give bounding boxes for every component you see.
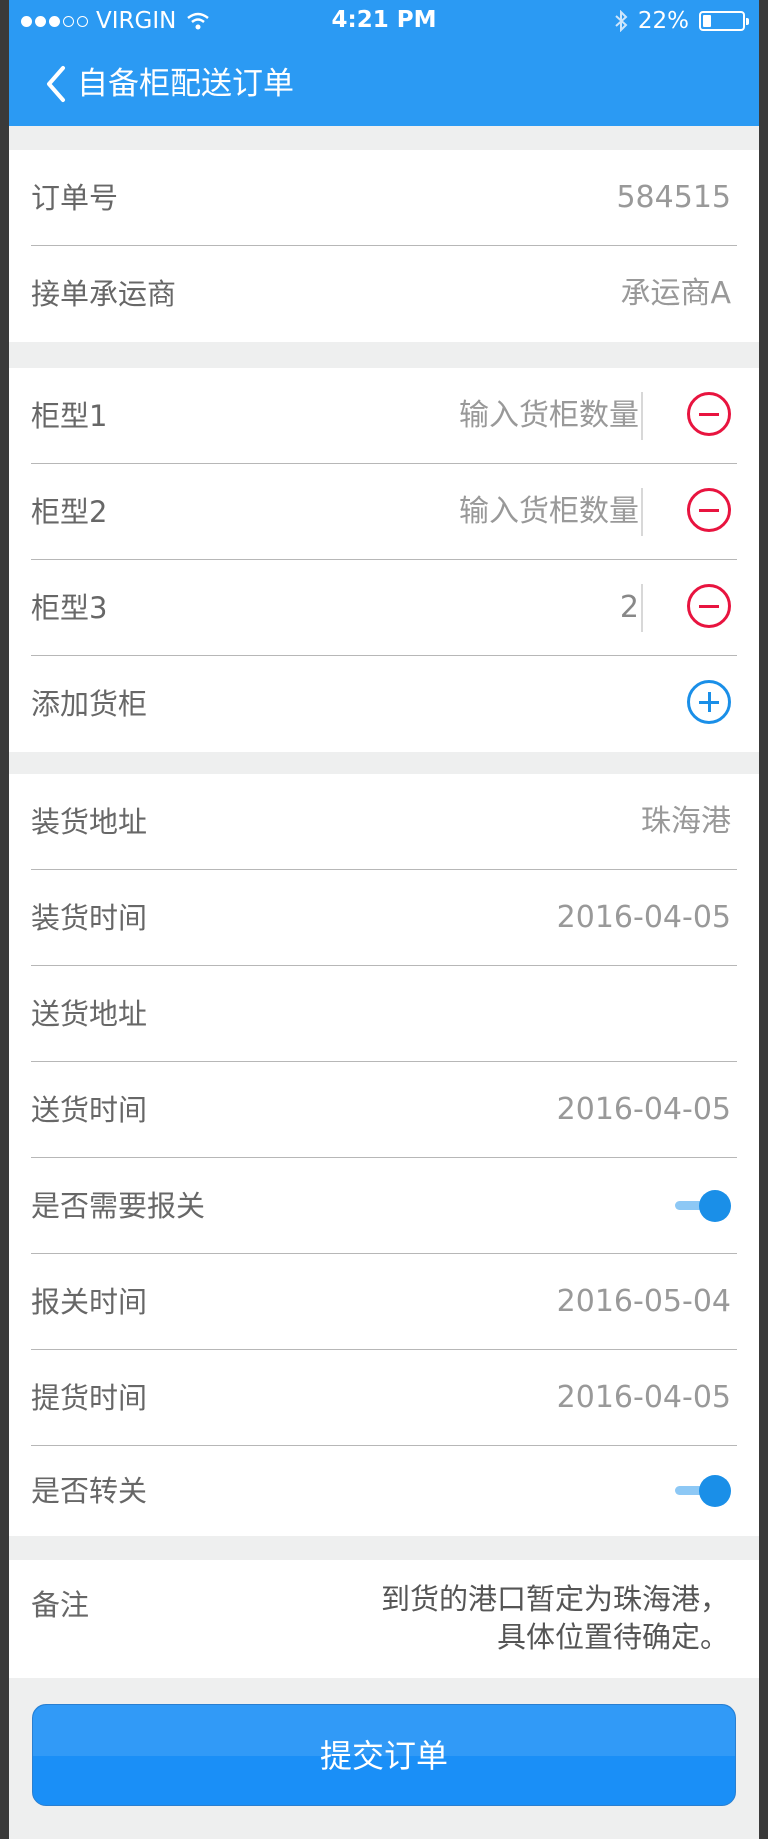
battery-percent: 22% (637, 8, 689, 34)
nav-bar: 自备柜配送订单 (9, 44, 759, 126)
battery-icon (699, 11, 749, 31)
container-qty-input[interactable]: 输入货柜数量 (459, 464, 639, 560)
remark-input[interactable]: 到货的港口暂定为珠海港，具体位置待确定。 (369, 1580, 729, 1656)
container-qty-input[interactable]: 2 (620, 560, 639, 656)
remove-container-button[interactable] (687, 488, 731, 532)
load-time-row[interactable]: 装货时间 2016-04-05 (9, 870, 759, 966)
carrier-value: 承运商A (620, 276, 731, 311)
pickup-time-value: 2016-04-05 (556, 1380, 731, 1415)
customs-label: 是否需要报关 (31, 1189, 206, 1223)
phone-screen: VIRGIN 4:21 PM 22% 自备柜配送订单 订单号 584515 接单… (9, 0, 759, 1839)
add-container-row[interactable]: 添加货柜 (9, 656, 759, 752)
delivery-time-label: 送货时间 (31, 1093, 148, 1127)
delivery-time-value: 2016-04-05 (556, 1092, 731, 1127)
customs-time-label: 报关时间 (31, 1285, 148, 1319)
battery-level (703, 15, 711, 27)
add-container-button[interactable] (687, 680, 731, 724)
remark-section: 备注 到货的港口暂定为珠海港，具体位置待确定。 (9, 1560, 759, 1678)
separator (641, 584, 643, 632)
carrier-row[interactable]: 接单承运商 承运商A (9, 246, 759, 342)
back-icon[interactable] (37, 62, 77, 106)
container-qty-input[interactable]: 输入货柜数量 (459, 368, 639, 464)
carrier-label: 接单承运商 (31, 277, 177, 311)
order-info-section: 订单号 584515 接单承运商 承运商A (9, 150, 759, 342)
delivery-address-row[interactable]: 送货地址 (9, 966, 759, 1062)
order-number-row: 订单号 584515 (9, 150, 759, 246)
details-section: 装货地址 珠海港 装货时间 2016-04-05 送货地址 送货时间 2016-… (9, 774, 759, 1536)
container-type-label: 柜型1 (31, 399, 108, 433)
remove-container-button[interactable] (687, 584, 731, 628)
load-time-value: 2016-04-05 (556, 900, 731, 935)
status-bar: VIRGIN 4:21 PM 22% (9, 0, 759, 40)
container-type-label: 柜型2 (31, 495, 108, 529)
container-row: 柜型1 输入货柜数量 (9, 368, 759, 464)
order-number-value: 584515 (616, 180, 731, 215)
pickup-time-label: 提货时间 (31, 1381, 148, 1415)
load-address-label: 装货地址 (31, 805, 148, 839)
delivery-time-row[interactable]: 送货时间 2016-04-05 (9, 1062, 759, 1158)
container-row: 柜型2 输入货柜数量 (9, 464, 759, 560)
customs-row: 是否需要报关 (9, 1158, 759, 1254)
container-section: 柜型1 输入货柜数量 柜型2 输入货柜数量 柜型3 2 添加货柜 (9, 368, 759, 752)
load-time-label: 装货时间 (31, 901, 148, 935)
page-title: 自备柜配送订单 (77, 66, 294, 102)
load-address-row[interactable]: 装货地址 珠海港 (9, 774, 759, 870)
header: VIRGIN 4:21 PM 22% 自备柜配送订单 (9, 0, 759, 126)
separator (641, 488, 643, 536)
transfer-row: 是否转关 (9, 1446, 759, 1536)
remark-label: 备注 (31, 1588, 90, 1622)
load-address-value: 珠海港 (641, 804, 731, 839)
transfer-label: 是否转关 (31, 1474, 148, 1508)
container-type-label: 柜型3 (31, 591, 108, 625)
add-container-label: 添加货柜 (31, 687, 148, 721)
customs-time-value: 2016-05-04 (556, 1284, 731, 1319)
transfer-toggle[interactable] (675, 1475, 731, 1507)
bluetooth-icon (615, 10, 628, 32)
container-row: 柜型3 2 (9, 560, 759, 656)
submit-button[interactable]: 提交订单 (32, 1704, 736, 1806)
pickup-time-row[interactable]: 提货时间 2016-04-05 (9, 1350, 759, 1446)
remove-container-button[interactable] (687, 392, 731, 436)
order-number-label: 订单号 (31, 181, 119, 215)
separator (641, 392, 643, 440)
customs-toggle[interactable] (675, 1190, 731, 1222)
customs-time-row[interactable]: 报关时间 2016-05-04 (9, 1254, 759, 1350)
delivery-address-label: 送货地址 (31, 997, 148, 1031)
